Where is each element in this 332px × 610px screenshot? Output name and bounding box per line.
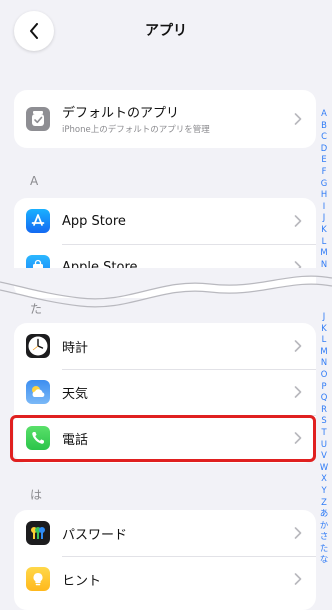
index-letter[interactable]: あ (320, 508, 328, 520)
tips-icon (26, 567, 50, 591)
chevron-right-icon (294, 386, 302, 398)
index-letter[interactable]: P (321, 381, 326, 393)
default-apps-title: デフォルトのアプリ (62, 106, 180, 121)
index-letter[interactable]: D (321, 143, 327, 155)
list-item-label: 時計 (62, 340, 89, 356)
list-item-label: 天気 (62, 386, 89, 402)
list-item-weather[interactable]: 天気 (14, 369, 316, 415)
section-header-a: A (30, 174, 39, 188)
index-letter[interactable]: W (320, 462, 328, 474)
index-letter[interactable]: S (321, 415, 326, 427)
index-letter[interactable]: さ (320, 531, 328, 543)
section-ha-card: パスワード ヒント (14, 510, 316, 610)
index-letter[interactable]: Q (321, 392, 328, 404)
passwords-icon (26, 521, 50, 545)
clock-icon (26, 334, 50, 358)
index-letter[interactable]: G (321, 178, 328, 190)
section-index-bar[interactable]: JKLMNOPQRSTUVWXYZあかさたな (318, 311, 330, 566)
default-apps-icon (26, 107, 50, 131)
index-letter[interactable]: R (321, 404, 327, 416)
chevron-right-icon (294, 113, 302, 125)
index-letter[interactable]: O (321, 369, 328, 381)
index-letter[interactable]: B (321, 120, 327, 132)
list-item-clock[interactable]: 時計 (14, 323, 316, 369)
index-letter[interactable]: K (321, 224, 327, 236)
section-header-ha: は (30, 488, 43, 502)
index-letter[interactable]: な (320, 554, 328, 566)
index-letter[interactable]: L (322, 236, 327, 248)
list-item-app-store[interactable]: App Store (14, 198, 316, 244)
list-item-label: パスワード (62, 527, 128, 543)
list-item-passwords[interactable]: パスワード (14, 510, 316, 556)
list-item-label: ヒント (62, 573, 102, 589)
index-letter[interactable]: E (321, 154, 326, 166)
section-header-ta: た (30, 302, 43, 316)
index-letter[interactable]: M (320, 247, 327, 259)
chevron-right-icon (294, 527, 302, 539)
weather-icon (26, 380, 50, 404)
index-letter[interactable]: K (321, 323, 327, 335)
index-letter[interactable]: A (321, 108, 327, 120)
index-letter[interactable]: Y (321, 485, 326, 497)
page-break-divider (0, 268, 332, 318)
index-letter[interactable]: Z (321, 497, 327, 509)
index-letter[interactable]: J (323, 212, 325, 224)
default-apps-subtitle: iPhone上のデフォルトのアプリを管理 (62, 125, 210, 135)
chevron-right-icon (294, 215, 302, 227)
highlight-box (10, 415, 316, 462)
index-letter[interactable]: V (321, 450, 327, 462)
default-apps-row[interactable]: デフォルトのアプリ iPhone上のデフォルトのアプリを管理 (14, 90, 316, 148)
index-letter[interactable]: F (322, 166, 327, 178)
index-letter[interactable]: X (321, 473, 327, 485)
index-letter[interactable]: J (323, 311, 325, 323)
index-letter[interactable]: I (323, 201, 325, 213)
chevron-right-icon (294, 340, 302, 352)
index-letter[interactable]: M (320, 346, 327, 358)
app-store-icon (26, 209, 50, 233)
index-letter[interactable]: T (321, 427, 326, 439)
chevron-right-icon (294, 573, 302, 585)
index-letter[interactable]: C (321, 131, 327, 143)
list-item-tips[interactable]: ヒント (14, 556, 316, 602)
index-letter[interactable]: H (321, 189, 327, 201)
page-title: アプリ (145, 23, 187, 39)
index-letter[interactable]: U (321, 439, 327, 451)
section-index-bar[interactable]: ABCDEFGHIJKLMN (318, 108, 330, 270)
index-letter[interactable]: か (320, 520, 328, 532)
index-letter[interactable]: N (321, 357, 327, 369)
list-item-label: App Store (62, 213, 126, 229)
index-letter[interactable]: た (320, 543, 328, 555)
index-letter[interactable]: L (322, 334, 327, 346)
